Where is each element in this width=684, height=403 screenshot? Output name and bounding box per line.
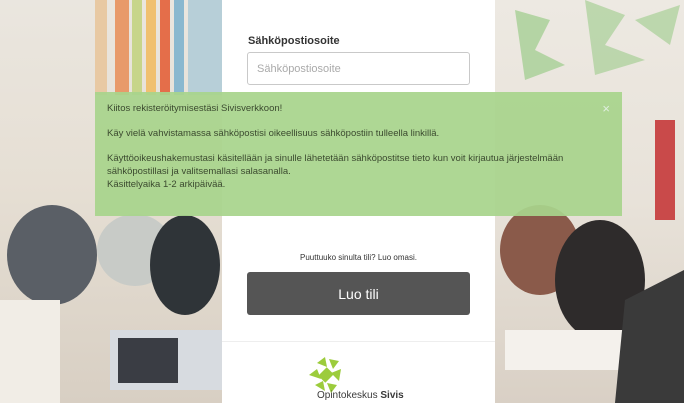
- alert-line-thanks: Kiitos rekisteröitymisestäsi Sivisverkko…: [107, 103, 283, 114]
- email-label: Sähköpostiosoite: [248, 35, 340, 47]
- signup-prompt: Puuttuuko sinulta tili? Luo omasi.: [300, 253, 417, 262]
- logo-text: Opintokeskus Sivis: [317, 390, 404, 401]
- alert-line-verify: Käy vielä vahvistamassa sähköpostisi oik…: [107, 128, 440, 139]
- divider: [222, 341, 495, 342]
- email-input[interactable]: [247, 52, 470, 85]
- close-icon[interactable]: ×: [602, 102, 610, 115]
- alert-line-processing-time: Käsittelyaika 1-2 arkipäivää.: [107, 179, 226, 190]
- alert-line-application: Käyttöoikeushakemustasi käsitellään ja s…: [107, 153, 564, 177]
- create-account-button[interactable]: Luo tili: [247, 272, 470, 315]
- registration-success-alert: Kiitos rekisteröitymisestäsi Sivisverkko…: [95, 92, 622, 216]
